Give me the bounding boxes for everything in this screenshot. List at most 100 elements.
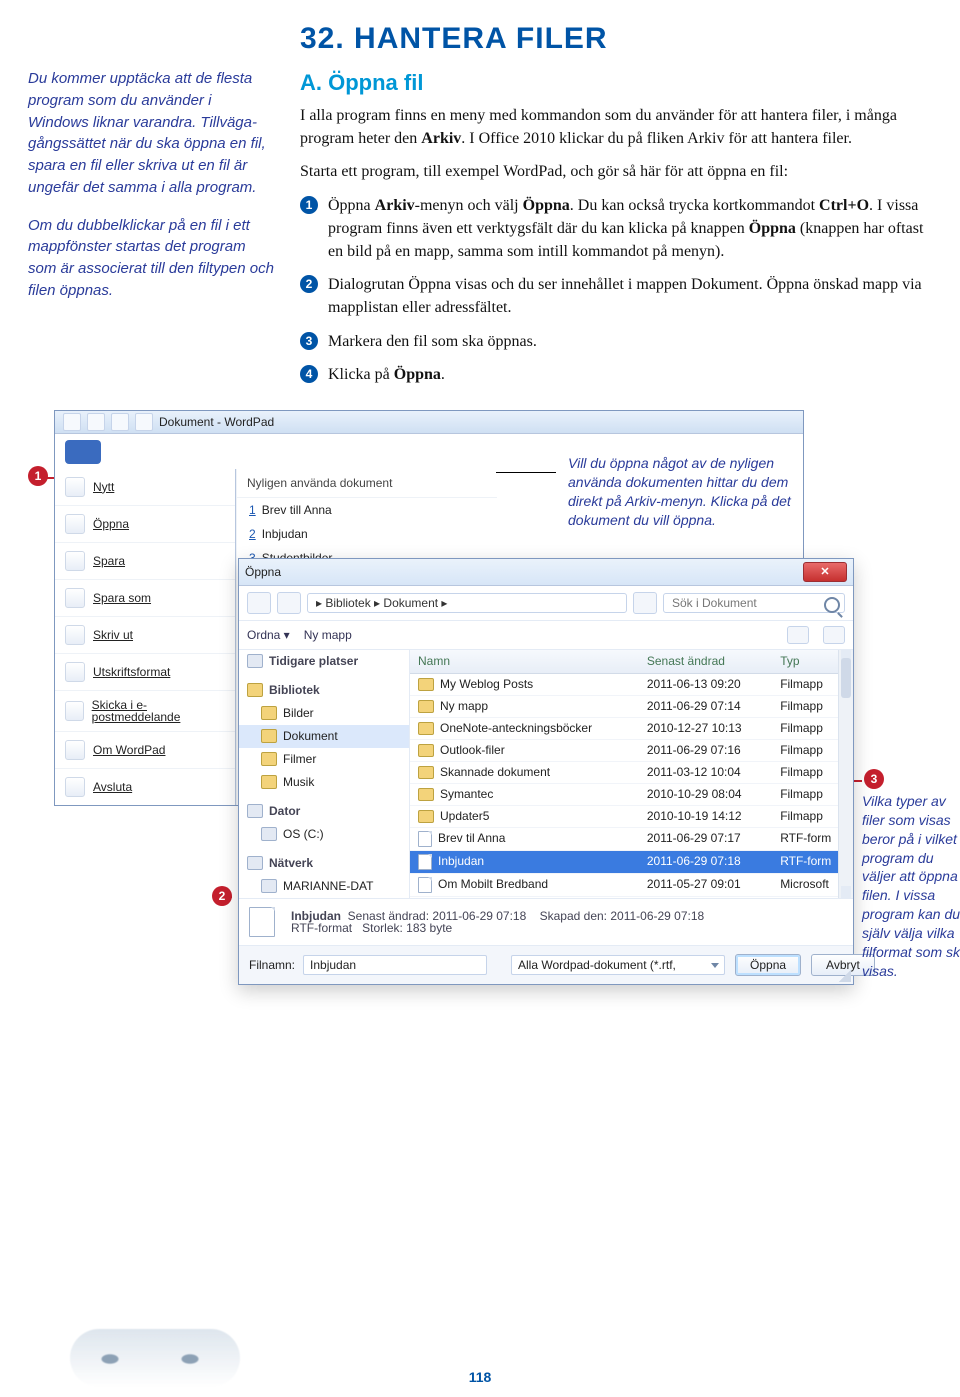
col-date[interactable]: Senast ändrad [639,650,772,674]
tree-network[interactable]: Nätverk [239,852,409,875]
table-row[interactable]: Outlook-filer2011-06-29 07:16Filmapp [410,739,853,761]
computer-icon [247,804,263,818]
file-types-combo[interactable]: Alla Wordpad-dokument (*.rtf, [511,955,725,975]
saveas-icon [65,588,85,608]
close-button[interactable]: ✕ [803,562,847,582]
table-row[interactable]: Om Mobilt Bredband2011-05-27 09:01Micros… [410,873,853,896]
folder-icon [418,700,434,713]
file-icon [249,907,275,937]
folder-icon [418,744,434,757]
host-icon [261,879,277,893]
file-date: 2010-12-27 10:13 [639,717,772,739]
menu-item-about[interactable]: Om WordPad [55,731,235,768]
scroll-down-icon[interactable] [841,886,851,898]
tree-computer[interactable]: Dator [239,800,409,823]
section-heading: A. Öppna fil [300,72,932,94]
body-paragraph: Starta ett program, till exempel WordPad… [300,160,932,183]
file-menu-button[interactable] [65,440,101,464]
undo-icon[interactable] [111,413,129,431]
step-badge: 4 [300,365,318,383]
breadcrumb[interactable]: ▸ Bibliotek ▸ Dokument ▸ [307,593,627,613]
resize-grip-icon[interactable] [839,970,851,982]
step-item: 4 Klicka på Öppna. [300,363,932,386]
menu-item-open[interactable]: Öppna [55,505,235,542]
help-icon[interactable] [823,626,845,644]
tree-item[interactable]: MARIANNE-DAT [239,875,409,898]
tree-item[interactable]: OS (C:) [239,823,409,846]
table-row[interactable]: Symantec2010-10-29 08:04Filmapp [410,783,853,805]
step-badge: 2 [300,275,318,293]
folder-icon [418,678,434,691]
forward-button[interactable] [277,592,301,614]
file-date: 2010-10-29 08:04 [639,783,772,805]
menu-item-sendmail[interactable]: Skicka i e-postmeddelande [55,690,235,731]
tree-item[interactable]: Filmer [239,748,409,771]
folder-icon [418,722,434,735]
redo-icon[interactable] [135,413,153,431]
step-item: 3 Markera den fil som ska öppnas. [300,330,932,353]
table-row[interactable]: Ny mapp2011-06-29 07:14Filmapp [410,695,853,717]
folder-icon [261,706,277,720]
table-row[interactable]: Inbjudan2011-06-29 07:18RTF-form [410,850,853,873]
file-name: My Weblog Posts [440,677,533,691]
tree-group[interactable]: Tidigare platser [239,650,409,673]
menu-item-pagesetup[interactable]: Utskriftsformat [55,653,235,690]
mail-icon [65,701,84,721]
tree-libraries[interactable]: Bibliotek [239,679,409,702]
recent-item[interactable]: 2Inbjudan [237,522,497,546]
menu-item-print[interactable]: Skriv ut [55,616,235,653]
network-icon [247,856,263,870]
search-icon [824,597,840,613]
page-number: 118 [0,1369,960,1385]
folder-icon [261,752,277,766]
pagesetup-icon [65,662,85,682]
tree-item[interactable]: Dokument [239,725,409,748]
folder-icon [261,775,277,789]
table-row[interactable]: Updater52010-10-19 14:12Filmapp [410,805,853,827]
folder-icon [261,729,277,743]
clock-icon [247,654,263,668]
sidebar-paragraph: Om du dubbelklickar på en fil i ett mapp… [28,215,276,302]
menu-item-save[interactable]: Spara [55,542,235,579]
col-name[interactable]: Namn [410,650,639,674]
refresh-button[interactable] [633,592,657,614]
file-date: 2011-06-29 07:18 [639,850,772,873]
recent-header: Nyligen använda dokument [237,469,497,498]
organize-menu[interactable]: Ordna ▾ [247,629,290,641]
table-row[interactable]: My Weblog Posts2011-06-13 09:20Filmapp [410,673,853,695]
table-row[interactable]: Studentbilder2011-06-29 07:18RTF-form [410,896,853,898]
file-date: 2011-05-27 09:01 [639,873,772,896]
body-paragraph: I alla program finns en meny med kommand… [300,104,932,150]
navigation-tree[interactable]: Tidigare platser Bibliotek Bilder Dokume… [239,650,410,898]
folder-icon [418,810,434,823]
screenshot: 1 2 3 4 Dokument - WordPad Nytt [28,410,932,970]
menu-item-saveas[interactable]: Spara som [55,579,235,616]
filename-input[interactable]: Inbjudan [303,955,487,975]
recent-item[interactable]: 1Brev till Anna [237,498,497,522]
scroll-thumb[interactable] [841,658,851,698]
back-button[interactable] [247,592,271,614]
file-menu: Nytt Öppna Spara Spara som Skriv ut Utsk… [55,469,236,805]
info-icon [65,740,85,760]
file-list[interactable]: Namn Senast ändrad Typ My Weblog Posts20… [410,650,853,898]
step-badge: 1 [300,196,318,214]
tree-item[interactable]: Bilder [239,702,409,725]
qat-icon[interactable] [63,413,81,431]
page-title: 32. HANTERA FILER [0,0,960,68]
file-name: Updater5 [440,809,489,823]
views-icon[interactable] [787,626,809,644]
file-icon [418,877,432,893]
table-row[interactable]: Brev til Anna2011-06-29 07:17RTF-form [410,827,853,850]
menu-item-new[interactable]: Nytt [55,469,235,505]
table-row[interactable]: OneNote-anteckningsböcker2010-12-27 10:1… [410,717,853,739]
search-input[interactable]: Sök i Dokument [663,593,845,613]
save-icon[interactable] [87,413,105,431]
scrollbar[interactable] [838,650,853,898]
menu-item-exit[interactable]: Avsluta [55,768,235,805]
table-row[interactable]: Skannade dokument2011-03-12 10:04Filmapp [410,761,853,783]
new-folder-button[interactable]: Ny mapp [304,629,352,641]
tree-item[interactable]: Musik [239,771,409,794]
open-button[interactable]: Öppna [735,954,801,976]
open-dialog: Öppna ✕ ▸ Bibliotek ▸ Dokument ▸ Sök i D… [238,558,854,985]
file-name: Outlook-filer [440,743,505,757]
